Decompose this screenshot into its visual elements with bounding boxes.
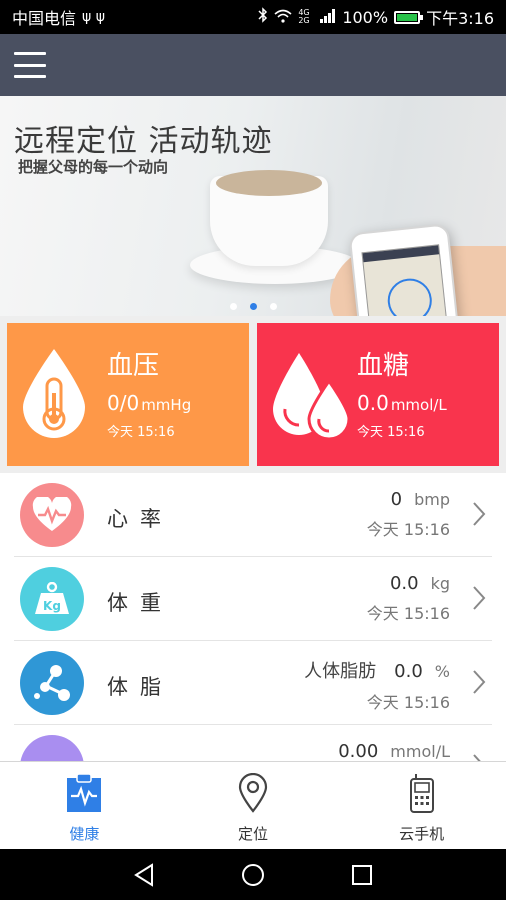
blood-pressure-number: 0/0 <box>107 391 140 415</box>
list-item-weight[interactable]: Kg 体重 0.0 kg 今天 15:16 <box>14 557 492 641</box>
back-icon[interactable] <box>124 855 164 895</box>
coffee-image <box>216 170 322 196</box>
usb-icon: ψ ψ <box>82 9 105 25</box>
tab-location[interactable]: 定位 <box>169 762 338 849</box>
clock: 下午3:16 <box>426 9 494 28</box>
bottom-nav: 健康 定位 云手机 <box>0 761 506 849</box>
chevron-right-icon[interactable] <box>472 753 486 761</box>
menu-icon[interactable] <box>14 52 46 78</box>
banner-subtitle: 把握父母的每一个动向 <box>18 158 169 176</box>
body-fat-value: 0.0 <box>394 661 423 682</box>
banner-pager-dot[interactable] <box>229 303 237 310</box>
weight-unit: kg <box>430 574 450 593</box>
tab-cloud-phone[interactable]: 云手机 <box>337 762 506 849</box>
tab-cloud-phone-label: 云手机 <box>399 825 445 843</box>
signal-icon <box>320 8 336 27</box>
body-fat-unit: % <box>434 662 450 681</box>
weight-icon: Kg <box>20 567 84 631</box>
bluetooth-icon <box>258 7 268 27</box>
blood-sugar-title: 血糖 <box>357 351 410 381</box>
body-fat-label: 体脂 <box>107 675 173 699</box>
chevron-right-icon[interactable] <box>472 501 486 531</box>
blood-pressure-time: 今天 15:16 <box>107 425 175 440</box>
blood-pressure-card[interactable]: 血压 0/0 mmHg 今天 15:16 <box>7 323 249 466</box>
blood-sugar-time: 今天 15:16 <box>357 425 425 440</box>
battery-percent: 100% <box>342 7 389 27</box>
home-icon[interactable] <box>233 855 273 895</box>
body-fat-time: 今天 15:16 <box>366 693 450 712</box>
list-item-heart-rate[interactable]: 心率 0 bmp 今天 15:16 <box>14 473 492 557</box>
blood-pressure-value: 0/0 mmHg <box>107 391 191 415</box>
wifi-icon <box>274 8 292 27</box>
partial-reading: 0.00 mmol/L <box>320 741 450 761</box>
svg-text:Kg: Kg <box>43 599 61 613</box>
carrier-name: 中国电信 <box>12 9 77 28</box>
heart-rate-reading: 0 bmp 今天 15:16 <box>367 489 450 540</box>
chevron-right-icon[interactable] <box>472 669 486 699</box>
network-type-badge: 4G 2G <box>298 8 310 25</box>
blood-pressure-unit: mmHg <box>141 396 192 414</box>
partial-value: 0.00 <box>338 741 379 761</box>
weight-reading: 0.0 kg 今天 15:16 <box>367 573 450 624</box>
molecule-icon <box>20 651 84 715</box>
battery-icon <box>394 10 424 24</box>
banner-pager-dot[interactable] <box>249 303 257 310</box>
chevron-right-icon[interactable] <box>472 585 486 615</box>
blood-pressure-title: 血压 <box>107 351 160 381</box>
recent-apps-icon[interactable] <box>342 855 382 895</box>
thermometer-drop-icon <box>21 347 87 443</box>
weight-label: 体重 <box>107 591 173 615</box>
blood-sugar-unit: mmol/L <box>390 396 447 414</box>
tab-health-label: 健康 <box>69 825 100 843</box>
app-bar <box>0 34 506 96</box>
measurement-list: 心率 0 bmp 今天 15:16 Kg 体重 0.0 kg 今天 15:16 体脂… <box>0 473 506 761</box>
banner-title: 远程定位 活动轨迹 <box>14 124 273 159</box>
blood-drops-icon <box>271 347 353 443</box>
blood-sugar-value: 0.0 mmol/L <box>357 391 447 415</box>
promo-banner[interactable]: 远程定位 活动轨迹 把握父母的每一个动向 <box>0 96 506 316</box>
tab-health[interactable]: 健康 <box>0 762 169 849</box>
weight-value: 0.0 <box>389 573 419 594</box>
heart-rate-value: 0 <box>390 489 403 510</box>
heart-rate-label: 心率 <box>107 507 173 531</box>
blood-sugar-number: 0.0 <box>357 391 389 415</box>
system-navigation-bar <box>0 849 506 900</box>
feature-phone-icon <box>408 773 436 817</box>
location-pin-icon <box>237 772 269 817</box>
banner-pager[interactable] <box>0 303 506 310</box>
body-fat-reading: 人体脂肪 0.0% 今天 15:16 <box>304 657 450 713</box>
tab-location-label: 定位 <box>238 825 269 843</box>
partial-unit: mmol/L <box>390 742 450 761</box>
list-item-partial[interactable]: 0.00 mmol/L <box>14 725 492 761</box>
heart-rate-unit: bmp <box>414 490 450 509</box>
list-item-body-fat[interactable]: 体脂 人体脂肪 0.0% 今天 15:16 <box>14 641 492 725</box>
heart-rate-time: 今天 15:16 <box>366 520 450 539</box>
blood-sugar-card[interactable]: 血糖 0.0 mmol/L 今天 15:16 <box>257 323 499 466</box>
banner-pager-dot[interactable] <box>269 303 277 310</box>
partial-icon <box>20 735 84 761</box>
body-fat-prefix: 人体脂肪 <box>304 661 377 682</box>
weight-time: 今天 15:16 <box>366 604 450 623</box>
health-clipboard-icon <box>66 773 102 817</box>
heart-rate-icon <box>20 483 84 547</box>
status-bar: 中国电信 ψ ψ 4G 2G 100% 下午3:16 <box>0 0 506 34</box>
vital-cards: 血压 0/0 mmHg 今天 15:16 血糖 0.0 mmol/L 今天 15:1… <box>7 323 499 466</box>
